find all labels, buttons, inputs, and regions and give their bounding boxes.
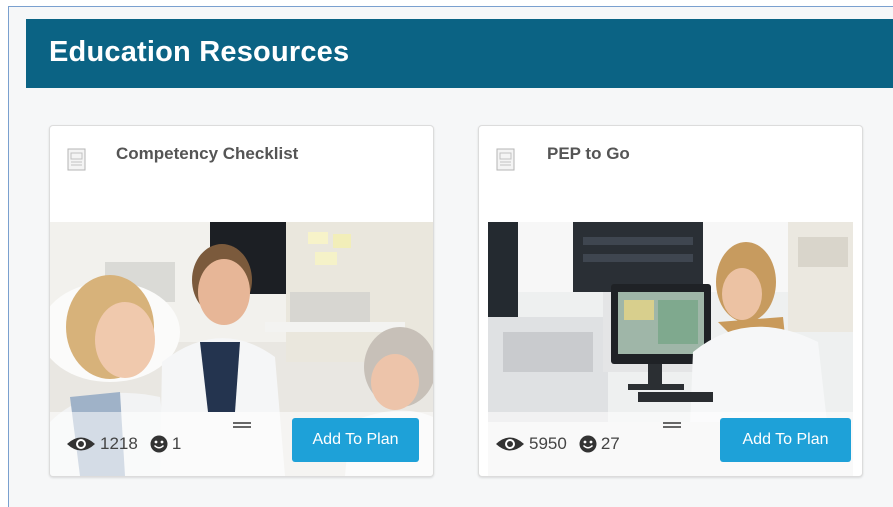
resource-card[interactable]: PEP to Go 5950 27 Add To Plan (478, 125, 863, 477)
add-to-plan-button[interactable]: Add To Plan (720, 418, 851, 462)
card-title[interactable]: Competency Checklist (116, 144, 298, 164)
like-count: 27 (600, 434, 620, 453)
add-to-plan-button[interactable]: Add To Plan (292, 418, 419, 462)
view-count: 1218 (100, 434, 138, 453)
like-count: 1 (171, 434, 182, 453)
section-header: Education Resources (26, 19, 893, 88)
smiley-icon (150, 435, 168, 453)
drag-handle-icon[interactable] (233, 422, 251, 428)
card-title[interactable]: PEP to Go (547, 144, 630, 164)
view-count: 5950 (529, 434, 567, 453)
document-icon (496, 148, 515, 171)
smiley-icon (579, 435, 597, 453)
eye-icon (495, 435, 525, 453)
section-title: Education Resources (49, 36, 350, 68)
drag-handle-icon[interactable] (663, 422, 681, 428)
eye-icon (66, 435, 96, 453)
resource-card[interactable]: Competency Checklist 1218 1 Add To Plan (49, 125, 434, 477)
card-stats: 1218 1 (66, 434, 189, 454)
document-icon (67, 148, 86, 171)
card-stats: 5950 27 (495, 434, 628, 454)
